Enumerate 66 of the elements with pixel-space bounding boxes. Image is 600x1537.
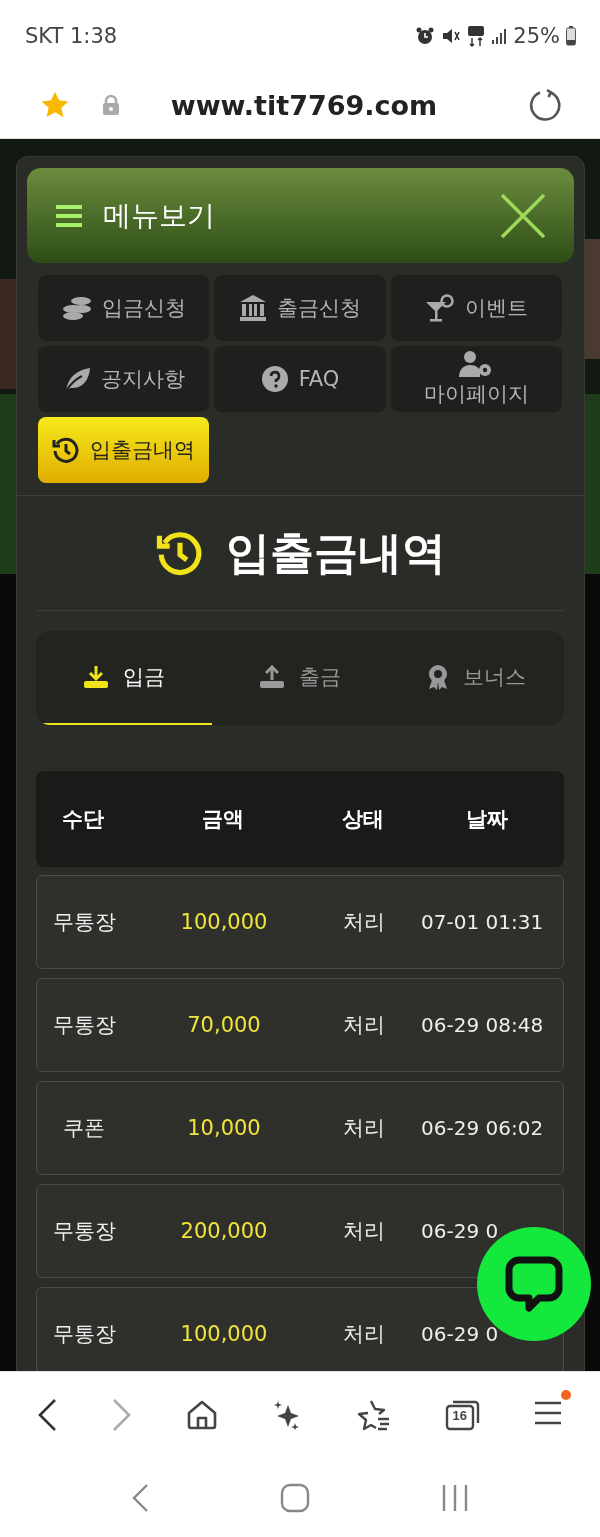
tab[interactable]: 보너스 [388,631,564,725]
mute-icon [441,26,462,46]
table-cell-text: 06-29 0 [420,1322,499,1346]
alarm-icon [415,26,436,46]
coins-icon [61,294,92,322]
table-cell-text: 처리 [343,1218,385,1245]
award-icon [426,664,449,690]
battery-icon [566,26,576,46]
menu-icon [55,203,83,228]
table-cell-text: 무통장 [52,1218,116,1245]
column-header: 수단 [62,806,104,833]
menu-item[interactable]: FAQ [214,346,386,412]
table-cell-text: 06-29 08:48 [420,1013,544,1037]
table-cell: 70,000 [187,1013,261,1037]
table-cell-text: 처리 [343,1321,385,1348]
user-gear-icon [459,350,494,378]
close-icon[interactable] [500,192,546,239]
signal-icon [491,27,508,45]
question-icon [260,365,289,393]
table-cell-text: 쿠폰 [63,1115,105,1142]
url-text[interactable]: www.tit7769.com [150,89,458,121]
chat-icon [505,1256,563,1312]
menu-icon[interactable] [533,1399,564,1426]
home-icon[interactable] [186,1398,219,1431]
table-cell-text: 무통장 [52,909,116,936]
recent-apps-icon[interactable] [440,1483,470,1513]
table-cell: 100,000 [180,1322,268,1346]
history-icon [52,436,81,464]
tab[interactable]: 입금 [36,631,212,725]
menu-item[interactable]: 입출금내역 [38,417,210,483]
cocktail-icon [424,294,455,322]
notification-dot [561,1389,572,1400]
menu-item[interactable]: 이벤트 [390,275,562,341]
table-cell-text: 06-29 0 [420,1219,499,1243]
table-cell-text: 07-01 01:31 [420,910,544,934]
table-cell-text: 06-29 06:02 [420,1116,544,1140]
column-header: 날짜 [466,806,508,833]
menu-title: 메뉴보기 [103,197,216,234]
table-cell-text: 무통장 [52,1012,116,1039]
column-header: 상태 [342,806,384,833]
table-cell-text: 처리 [343,909,385,936]
bank-icon [239,294,267,322]
table-cell-text: 처리 [343,1012,385,1039]
tabs-frame-icon [444,1398,481,1431]
menu-item[interactable]: 출금신청 [214,275,386,341]
lock-icon [102,94,120,116]
tabs-button[interactable]: 16 [444,1398,481,1431]
page-title: 입출금내역 [225,525,446,580]
carrier-time: SKT 1:38 [25,24,118,48]
back-icon[interactable] [36,1397,59,1432]
battery-percent: 25% [513,24,560,48]
column-header: 금액 [202,806,244,833]
table-cell-text: 처리 [343,1115,385,1142]
history-icon [155,529,204,577]
upload-icon [259,665,285,689]
network-icon [467,25,486,47]
table-cell: 10,000 [187,1116,261,1140]
menu-item[interactable]: 마이페이지 [390,346,562,412]
table-cell: 100,000 [180,910,268,934]
menu-item[interactable]: 공지사항 [38,346,210,412]
table-cell-text: 무통장 [52,1321,116,1348]
tab[interactable]: 출금 [212,631,388,725]
download-icon [83,665,109,689]
reload-icon[interactable] [528,88,562,122]
menu-item[interactable]: 입금신청 [38,275,210,341]
table-cell: 200,000 [180,1219,268,1243]
